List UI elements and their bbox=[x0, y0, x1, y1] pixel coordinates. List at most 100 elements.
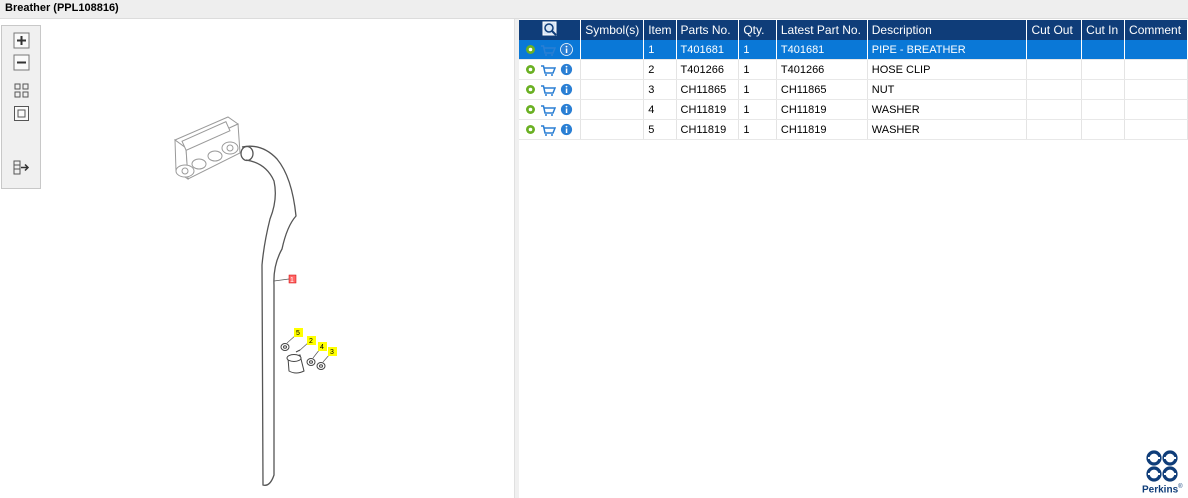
callout-3-label: 3 bbox=[330, 349, 334, 356]
row-actions-cell bbox=[519, 40, 582, 60]
cell-parts-no: T401681 bbox=[676, 40, 740, 60]
table-row[interactable]: 3 CH11865 1 CH11865 NUT bbox=[519, 79, 1188, 100]
perkins-logo: Perkins® bbox=[1142, 449, 1183, 495]
cell-cut-in bbox=[1081, 40, 1126, 60]
info-icon[interactable] bbox=[560, 103, 573, 116]
cell-latest-part-no: CH11865 bbox=[776, 79, 868, 100]
table-row[interactable]: 2 T401266 1 T401266 HOSE CLIP bbox=[519, 59, 1188, 80]
cell-description: WASHER bbox=[867, 119, 1028, 140]
row-actions-cell bbox=[519, 79, 582, 100]
callout-4-label: 4 bbox=[320, 344, 324, 351]
gear-icon[interactable] bbox=[525, 64, 536, 75]
cell-description: PIPE - BREATHER bbox=[867, 40, 1028, 60]
hose-clip bbox=[286, 349, 305, 374]
cell-symbols bbox=[580, 119, 645, 140]
cell-parts-no: CH11865 bbox=[676, 79, 740, 100]
table-row[interactable]: 5 CH11819 1 CH11819 WASHER bbox=[519, 119, 1188, 140]
breather-pipe bbox=[240, 145, 297, 486]
window-title: Breather (PPL108816) bbox=[5, 2, 119, 14]
cell-description: NUT bbox=[867, 79, 1028, 100]
row-actions-cell bbox=[519, 59, 582, 80]
cell-latest-part-no: T401266 bbox=[776, 59, 868, 80]
row-actions-cell bbox=[519, 99, 582, 120]
cell-item: 3 bbox=[643, 79, 677, 100]
cell-item: 2 bbox=[643, 59, 677, 80]
perkins-logo-text: Perkins® bbox=[1142, 483, 1183, 495]
cell-latest-part-no: CH11819 bbox=[776, 99, 868, 120]
perkins-logo-icon bbox=[1146, 450, 1178, 482]
parts-table: Symbol(s) Item Parts No. Qty. Latest Par… bbox=[519, 20, 1188, 140]
cart-icon[interactable] bbox=[540, 124, 556, 136]
cart-icon[interactable] bbox=[540, 44, 556, 56]
info-icon[interactable] bbox=[560, 63, 573, 76]
table-header-row: Symbol(s) Item Parts No. Qty. Latest Par… bbox=[519, 20, 1188, 40]
column-chooser-icon bbox=[542, 21, 557, 36]
cell-qty: 1 bbox=[738, 59, 777, 80]
cell-symbols bbox=[580, 40, 645, 60]
parts-list-pane: Symbol(s) Item Parts No. Qty. Latest Par… bbox=[519, 19, 1188, 498]
header-qty[interactable]: Qty. bbox=[738, 20, 777, 40]
cell-qty: 1 bbox=[738, 119, 777, 140]
cell-comment bbox=[1124, 79, 1188, 100]
cell-cut-in bbox=[1081, 59, 1126, 80]
callout-1-label: 1 bbox=[290, 277, 294, 284]
cell-item: 1 bbox=[643, 40, 677, 60]
cell-qty: 1 bbox=[738, 79, 777, 100]
cell-comment bbox=[1124, 99, 1188, 120]
table-row[interactable]: 1 T401681 1 T401681 PIPE - BREATHER bbox=[519, 40, 1188, 60]
info-icon[interactable] bbox=[560, 43, 573, 56]
cell-item: 4 bbox=[643, 99, 677, 120]
info-icon[interactable] bbox=[560, 83, 573, 96]
header-description[interactable]: Description bbox=[867, 20, 1028, 40]
brand-name: Perkins bbox=[1142, 484, 1179, 495]
header-parts-no[interactable]: Parts No. bbox=[676, 20, 740, 40]
cell-description: HOSE CLIP bbox=[867, 59, 1028, 80]
cell-parts-no: CH11819 bbox=[676, 119, 740, 140]
cell-latest-part-no: CH11819 bbox=[776, 119, 868, 140]
header-comment[interactable]: Comment bbox=[1124, 20, 1188, 40]
brand-trademark: ® bbox=[1178, 483, 1183, 490]
cart-icon[interactable] bbox=[540, 84, 556, 96]
cell-qty: 1 bbox=[738, 40, 777, 60]
header-symbols[interactable]: Symbol(s) bbox=[580, 20, 645, 40]
column-chooser-button[interactable] bbox=[519, 20, 582, 40]
header-cut-in[interactable]: Cut In bbox=[1081, 20, 1126, 40]
cell-symbols bbox=[580, 59, 645, 80]
cell-cut-out bbox=[1026, 119, 1083, 140]
cell-parts-no: T401266 bbox=[676, 59, 740, 80]
cart-icon[interactable] bbox=[540, 104, 556, 116]
breather-housing bbox=[173, 116, 241, 180]
cell-cut-in bbox=[1081, 79, 1126, 100]
gear-icon[interactable] bbox=[525, 44, 536, 55]
gear-icon[interactable] bbox=[525, 84, 536, 95]
cell-cut-in bbox=[1081, 119, 1126, 140]
cell-comment bbox=[1124, 40, 1188, 60]
cell-parts-no: CH11819 bbox=[676, 99, 740, 120]
cell-cut-out bbox=[1026, 79, 1083, 100]
gear-icon[interactable] bbox=[525, 124, 536, 135]
header-item[interactable]: Item bbox=[643, 20, 677, 40]
cell-cut-out bbox=[1026, 59, 1083, 80]
callout-2-label: 2 bbox=[309, 338, 313, 345]
cell-qty: 1 bbox=[738, 99, 777, 120]
table-row[interactable]: 4 CH11819 1 CH11819 WASHER bbox=[519, 99, 1188, 120]
exploded-view-drawing: 1 5 2 4 3 bbox=[173, 116, 337, 486]
callout-5-label: 5 bbox=[296, 330, 300, 337]
cart-icon[interactable] bbox=[540, 64, 556, 76]
cell-item: 5 bbox=[643, 119, 677, 140]
cell-cut-out bbox=[1026, 99, 1083, 120]
cell-cut-in bbox=[1081, 99, 1126, 120]
row-actions-cell bbox=[519, 119, 582, 140]
header-latest-part-no[interactable]: Latest Part No. bbox=[776, 20, 868, 40]
gear-icon[interactable] bbox=[525, 104, 536, 115]
cell-cut-out bbox=[1026, 40, 1083, 60]
header-cut-out[interactable]: Cut Out bbox=[1026, 20, 1083, 40]
title-bar: Breather (PPL108816) bbox=[0, 0, 1188, 19]
cell-symbols bbox=[580, 99, 645, 120]
cell-comment bbox=[1124, 119, 1188, 140]
info-icon[interactable] bbox=[560, 123, 573, 136]
cell-latest-part-no: T401681 bbox=[776, 40, 868, 60]
diagram-pane[interactable]: 1 5 2 4 3 bbox=[0, 19, 514, 498]
cell-symbols bbox=[580, 79, 645, 100]
cell-description: WASHER bbox=[867, 99, 1028, 120]
